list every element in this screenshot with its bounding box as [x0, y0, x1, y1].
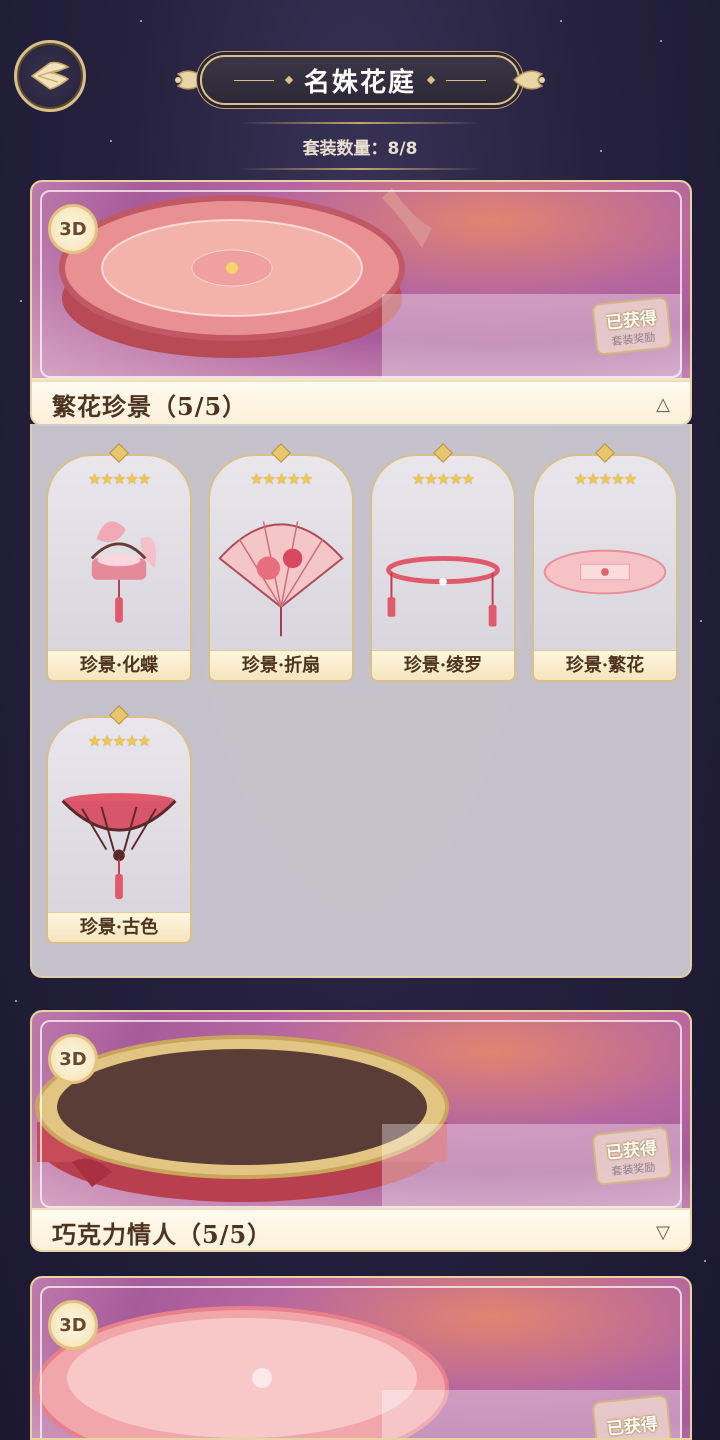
obtained-stamp: 已获得 套装奖励 [591, 1126, 673, 1186]
expand-icon[interactable]: ▽ [656, 1222, 670, 1243]
set-card-3[interactable]: 3D 已获得 [30, 1276, 692, 1440]
set-title: 繁花珍景（5/5） [52, 391, 248, 421]
star-rating: ★★★★★ [87, 732, 151, 750]
item-card[interactable]: ★★★★★ 珍景·化蝶 [46, 443, 192, 682]
flower-rug-icon [543, 549, 667, 595]
set-count-text: 套装数量：8/8 [302, 139, 418, 159]
banner-frame [40, 1020, 682, 1208]
title-dot-right [426, 75, 436, 85]
butterfly-lantern-icon [90, 521, 156, 623]
star-rating: ★★★★★ [249, 470, 313, 488]
page-title-plate: 名姝花庭 [200, 55, 520, 105]
antique-lantern-icon [61, 793, 177, 900]
3d-view-button[interactable]: 3D [48, 1034, 98, 1084]
divider-top [238, 122, 482, 124]
banner-frame [40, 1286, 682, 1438]
set-title: 巧克力情人（5/5） [52, 1219, 273, 1249]
set-title-bar[interactable]: 巧克力情人（5/5） ▽ [32, 1208, 690, 1250]
folding-fan-icon [218, 521, 344, 637]
set-title-bar[interactable]: 繁花珍景（5/5） △ [32, 380, 690, 424]
title-dot-left [284, 75, 294, 85]
3d-view-button[interactable]: 3D [48, 1300, 98, 1350]
star-rating: ★★★★★ [573, 470, 637, 488]
item-card[interactable]: ★★★★★ 珍景·古色 [46, 705, 192, 944]
silk-ring-icon [386, 555, 500, 627]
item-name: 珍景·繁花 [534, 650, 676, 680]
banner-frame [40, 190, 682, 378]
star-rating: ★★★★★ [87, 470, 151, 488]
title-ornament-right-icon [512, 70, 545, 90]
page-title: 名姝花庭 [303, 67, 416, 98]
item-name: 珍景·古色 [48, 912, 190, 942]
reward-label: 套装奖励 [610, 1160, 656, 1178]
reward-label: 套装奖励 [610, 330, 656, 348]
collapse-icon[interactable]: △ [656, 394, 670, 415]
crown-icon [271, 443, 291, 463]
crown-icon [109, 705, 129, 725]
item-card[interactable]: ★★★★★ 珍景·折扇 [208, 443, 354, 682]
set-items-grid: ★★★★★ 珍景·化蝶 ★★★★★ 珍景·折扇 ★★★★★ 珍景·绫罗 ★★★★… [30, 424, 692, 978]
item-name: 珍景·折扇 [210, 650, 352, 680]
obtained-stamp: 已获得 [591, 1394, 673, 1440]
item-card[interactable]: ★★★★★ 珍景·绫罗 [370, 443, 516, 682]
divider-bottom [238, 168, 482, 170]
crown-icon [433, 443, 453, 463]
obtained-label: 已获得 [605, 1413, 659, 1440]
title-line-right [446, 79, 486, 81]
item-card[interactable]: ★★★★★ 珍景·繁花 [532, 443, 678, 682]
back-button[interactable] [14, 40, 86, 112]
set-card-1[interactable]: 3D 已获得 套装奖励 繁花珍景（5/5） △ [30, 180, 692, 426]
obtained-stamp: 已获得 套装奖励 [591, 296, 673, 356]
item-name: 珍景·绫罗 [372, 650, 514, 680]
3d-view-button[interactable]: 3D [48, 204, 98, 254]
set-count: 套装数量：8/8 [238, 122, 482, 170]
crown-icon [109, 443, 129, 463]
back-wing-icon [30, 61, 70, 90]
crown-icon [595, 443, 615, 463]
item-name: 珍景·化蝶 [48, 650, 190, 680]
title-line-left [233, 79, 274, 81]
star-rating: ★★★★★ [411, 470, 475, 488]
set-card-2[interactable]: 3D 已获得 套装奖励 巧克力情人（5/5） ▽ [30, 1010, 692, 1252]
